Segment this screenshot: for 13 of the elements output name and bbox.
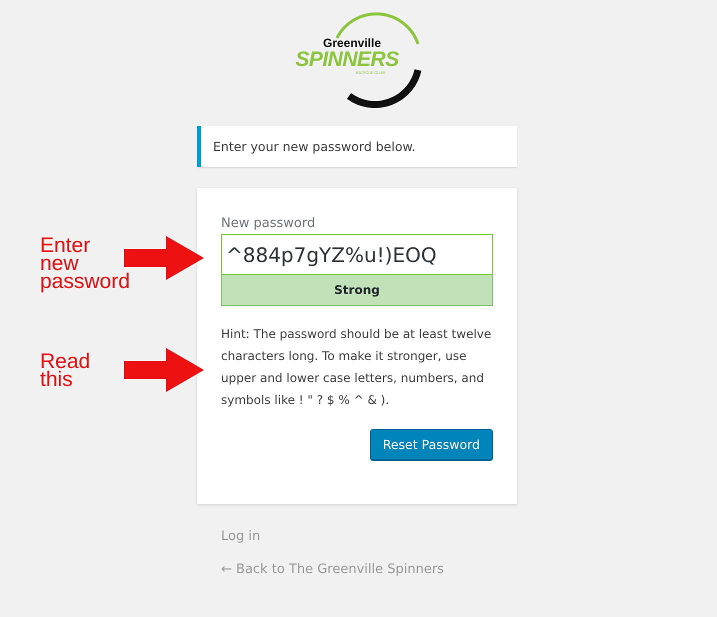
strength-meter: Strong <box>221 275 493 306</box>
annotation-text: Enter new password <box>40 237 130 291</box>
info-message: Enter your new password below. <box>197 126 517 167</box>
logo-text: Greenville <box>322 36 382 50</box>
reset-password-button[interactable]: Reset Password <box>370 429 493 460</box>
password-field[interactable]: ^884p7gYZ%u!)EOQ <box>221 234 493 275</box>
annotation-text: Read this <box>40 353 92 389</box>
link[interactable]: ← Back to The Greenville Spinners <box>221 562 493 577</box>
link[interactable]: Log in <box>221 529 493 544</box>
hint-text: Hint: The password should be at least twelve characters long. To make it stronger, use upper and lower case letters, numbers, and symbols like ! " ? $ % ^ & ). <box>221 326 492 409</box>
logo-text: SPINNERS <box>295 50 399 70</box>
arrow-icon <box>124 348 204 392</box>
field-label: New password <box>221 216 316 231</box>
